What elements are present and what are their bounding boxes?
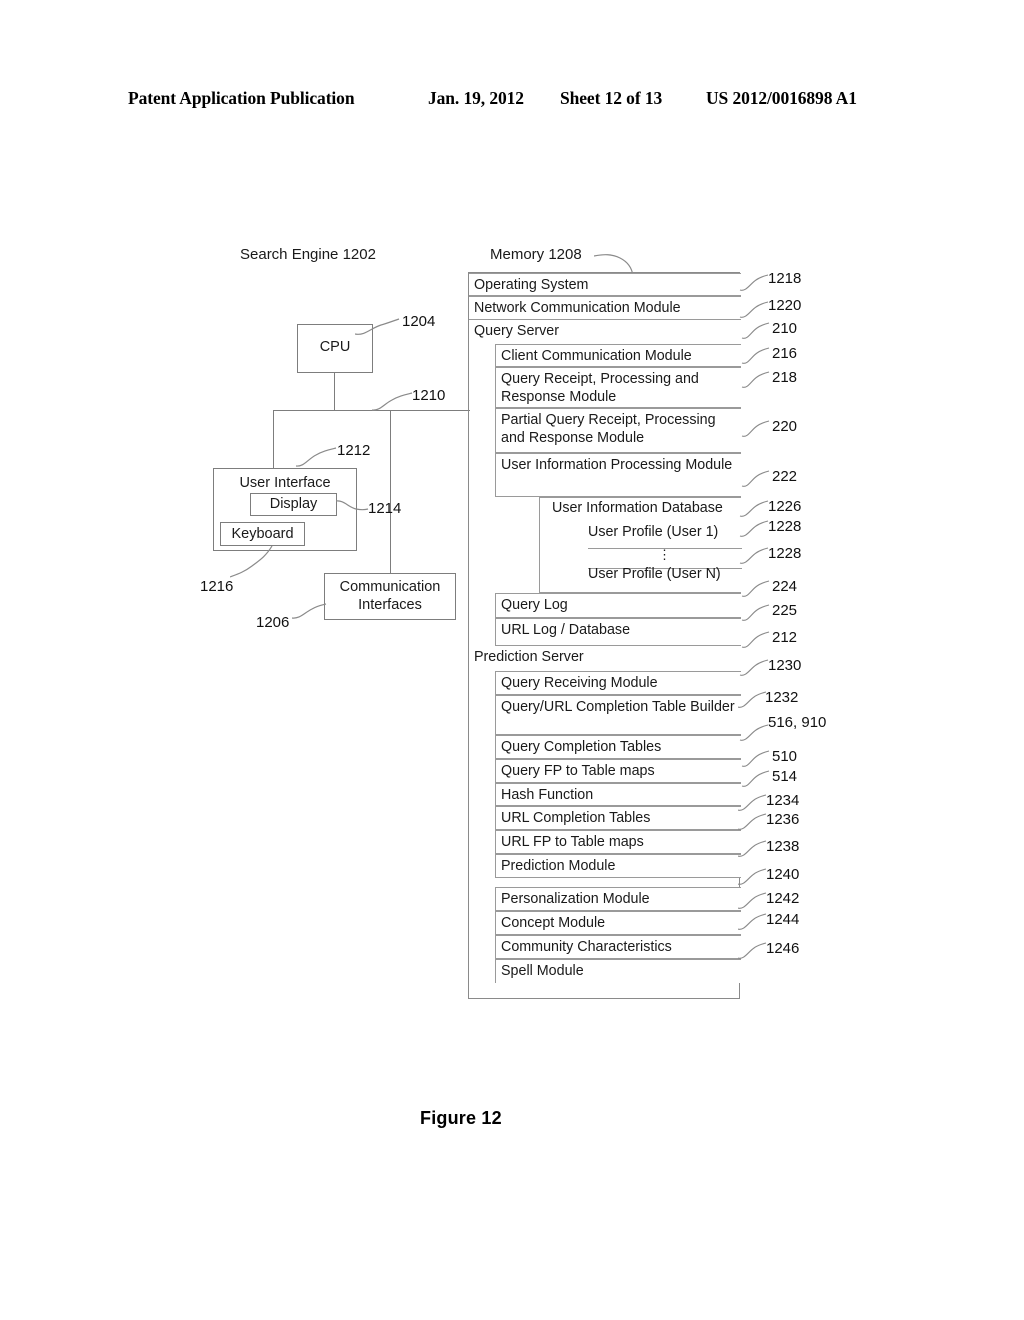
system-bus: [273, 410, 468, 411]
memory-row-url-fp-to-table-maps: URL FP to Table maps: [495, 830, 741, 854]
ref-1240: 1240: [766, 866, 800, 883]
memory-row-url-completion-tables: URL Completion Tables: [495, 806, 741, 830]
search-engine-title: Search Engine 1202: [240, 246, 376, 263]
memory-row-partial-query-receipt-processing-response-module: Partial Query Receipt, Processing and Re…: [495, 408, 741, 453]
ref-1226: 1226: [768, 498, 802, 515]
ref-1234: 1234: [766, 792, 800, 809]
leader-1216: [230, 546, 273, 578]
memory-row-community-characteristics: Community Characteristics: [495, 935, 741, 959]
memory-row-query-log: Query Log: [495, 593, 741, 618]
communication-interfaces-line2: Interfaces: [358, 597, 422, 613]
ref-1246: 1246: [766, 940, 800, 957]
ref-210: 210: [772, 320, 798, 337]
ref-1230: 1230: [768, 657, 802, 674]
memory-row-spell-module: Spell Module: [495, 959, 741, 983]
ref-225: 225: [772, 602, 798, 619]
keyboard-label: Keyboard: [231, 526, 294, 542]
patent-figure-page: Patent Application Publication Jan. 19, …: [0, 0, 1024, 1320]
memory-row-url-log-database: URL Log / Database: [495, 618, 741, 646]
ref-1238: 1238: [766, 838, 800, 855]
cpu-label: CPU: [319, 339, 351, 355]
ref-1228-usern: 1228: [768, 545, 802, 562]
ref-1244: 1244: [766, 911, 800, 928]
user-interface-label: User Interface: [239, 475, 331, 491]
ref-1236: 1236: [766, 811, 800, 828]
memory-row-user-profile-user-n: User Profile (User N): [588, 566, 721, 582]
memory-row-query-server: Query Server: [469, 320, 741, 344]
ref-514: 514: [772, 768, 798, 785]
cpu-bus-stem: [334, 373, 335, 411]
memory-row-user-profile-user-1: User Profile (User 1): [588, 524, 742, 549]
ref-1242: 1242: [766, 890, 800, 907]
ref-1232: 1232: [765, 689, 799, 706]
ref-212: 212: [772, 629, 798, 646]
memory-row-query-receiving-module: Query Receiving Module: [495, 671, 741, 695]
memory-ref-leaders: [738, 274, 770, 959]
leader-1212: [296, 447, 337, 467]
header-date: Jan. 19, 2012: [428, 88, 524, 108]
ref-1204: 1204: [402, 313, 436, 330]
memory-group-user-information-database: User Information Database User Profile (…: [539, 497, 742, 593]
communication-interfaces-line1: Communication: [339, 579, 441, 595]
memory-row-query-fp-to-table-maps: Query FP to Table maps: [495, 759, 741, 783]
bus-drop-ui: [273, 410, 274, 468]
ref-1206: 1206: [256, 614, 290, 631]
memory-row-network-communication-module: Network Communication Module: [469, 296, 741, 320]
bus-drop-comm: [390, 410, 391, 573]
memory-row-prediction-server: Prediction Server: [469, 646, 741, 671]
display-label: Display: [269, 496, 318, 512]
ref-1220: 1220: [768, 297, 802, 314]
memory-box: Operating System Network Communication M…: [468, 272, 742, 999]
page-header: Patent Application Publication Jan. 19, …: [128, 88, 896, 112]
cpu-box: CPU: [297, 324, 373, 373]
ref-218: 218: [772, 369, 798, 386]
memory-row-query-url-completion-table-builder: Query/URL Completion Table Builder: [495, 695, 741, 735]
memory-row-query-completion-tables: Query Completion Tables: [495, 735, 741, 759]
memory-row-personalization-module: Personalization Module: [495, 887, 741, 911]
display-box: Display: [250, 493, 337, 516]
ref-1216: 1216: [200, 578, 234, 595]
ref-222: 222: [772, 468, 798, 485]
memory-row-prediction-module: Prediction Module: [495, 854, 741, 878]
memory-row-user-information-processing-module: User Information Processing Module: [495, 453, 741, 497]
ref-1228-user1: 1228: [768, 518, 802, 535]
memory-row-concept-module: Concept Module: [495, 911, 741, 935]
ref-1210: 1210: [412, 387, 446, 404]
memory-title: Memory 1208: [490, 246, 582, 263]
memory-row-client-communication-module: Client Communication Module: [495, 344, 741, 367]
figure-caption: Figure 12: [420, 1108, 502, 1128]
ref-1212: 1212: [337, 442, 371, 459]
ref-220: 220: [772, 418, 798, 435]
bus-to-memory: [440, 410, 470, 411]
header-sheet: Sheet 12 of 13: [560, 88, 663, 108]
communication-interfaces-box: Communication Interfaces: [324, 573, 456, 620]
header-patent-number: US 2012/0016898 A1: [706, 88, 857, 108]
ref-516-910: 516, 910: [768, 714, 827, 731]
memory-row-hash-function: Hash Function: [495, 783, 741, 806]
memory-row-operating-system: Operating System: [469, 273, 741, 296]
memory-row-query-receipt-processing-response-module: Query Receipt, Processing and Response M…: [495, 367, 741, 408]
ref-1218: 1218: [768, 270, 802, 287]
memory-row-user-information-database: User Information Database: [552, 500, 723, 516]
leader-1206: [292, 603, 327, 619]
keyboard-box: Keyboard: [220, 522, 305, 546]
ref-510: 510: [772, 748, 798, 765]
header-publication: Patent Application Publication: [128, 88, 355, 108]
ref-224: 224: [772, 578, 798, 595]
ref-1214: 1214: [368, 500, 402, 517]
ref-216: 216: [772, 345, 798, 362]
